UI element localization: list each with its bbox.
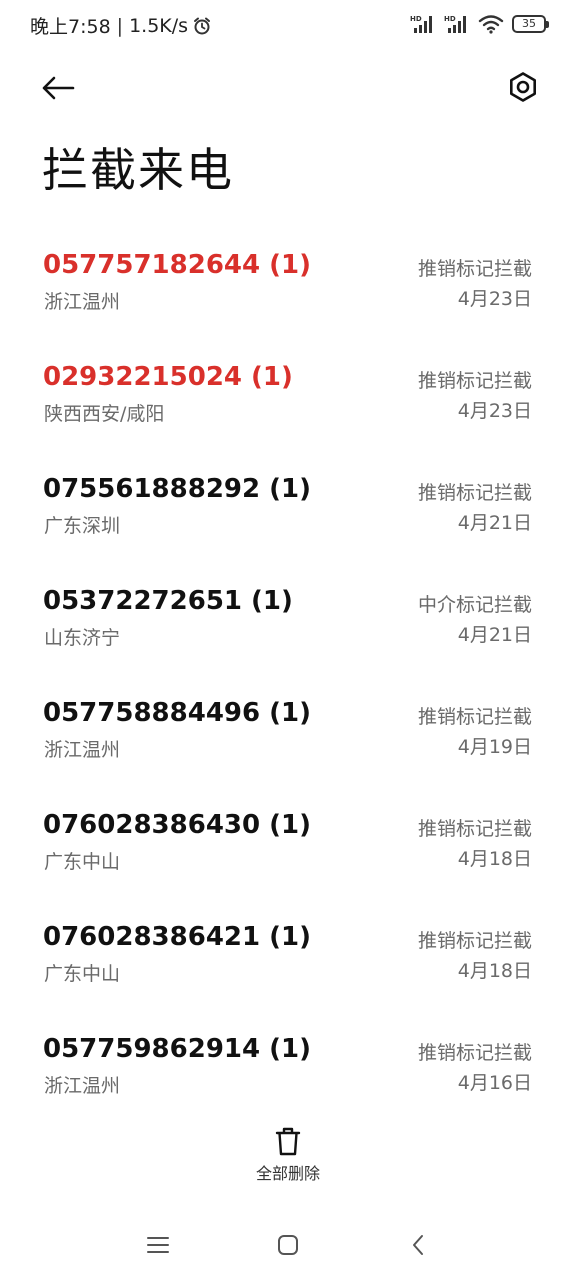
call-date: 4月23日 bbox=[457, 288, 532, 310]
call-location: 广东深圳 bbox=[44, 515, 121, 537]
block-reason-tag: 推销标记拦截 bbox=[417, 930, 532, 952]
call-number: 02932215024 (1) bbox=[43, 362, 293, 392]
call-number: 057757182644 (1) bbox=[43, 250, 311, 280]
status-left: 晚上7:58 | 1.5K/s bbox=[30, 12, 212, 39]
settings-icon bbox=[510, 72, 536, 102]
call-date: 4月18日 bbox=[457, 960, 532, 982]
block-reason-tag: 推销标记拦截 bbox=[417, 1042, 532, 1064]
back-arrow-icon bbox=[42, 76, 75, 100]
page-title: 拦截来电 bbox=[42, 143, 234, 197]
call-location: 陕西西安/咸阳 bbox=[44, 403, 165, 425]
trash-icon bbox=[275, 1127, 301, 1156]
status-right: HD HD 35 bbox=[410, 14, 549, 34]
call-location: 浙江温州 bbox=[44, 739, 121, 761]
call-number: 057758884496 (1) bbox=[43, 698, 311, 728]
call-number: 076028386421 (1) bbox=[43, 922, 311, 952]
settings-button[interactable] bbox=[502, 66, 544, 108]
menu-icon bbox=[147, 1237, 169, 1253]
call-date: 4月23日 bbox=[457, 400, 532, 422]
back-icon bbox=[413, 1235, 423, 1255]
alarm-icon bbox=[192, 16, 212, 36]
call-list-item[interactable]: 05372272651 (1) 山东济宁 中介标记拦截 4月21日 bbox=[0, 572, 576, 684]
delete-all-label: 全部删除 bbox=[255, 1164, 320, 1183]
status-separator: | bbox=[116, 14, 124, 37]
block-reason-tag: 推销标记拦截 bbox=[417, 482, 532, 504]
hd-signal-icon: HD bbox=[444, 14, 470, 34]
call-number: 057759862914 (1) bbox=[43, 1034, 311, 1064]
status-bar: 晚上7:58 | 1.5K/s HD HD 35 bbox=[0, 0, 576, 52]
blocked-calls-list: 057757182644 (1) 浙江温州 推销标记拦截 4月23日 029322150… bbox=[0, 236, 576, 1132]
block-reason-tag: 推销标记拦截 bbox=[417, 706, 532, 728]
status-time: 晚上7:58 bbox=[30, 16, 111, 38]
call-number: 076028386430 (1) bbox=[43, 810, 311, 840]
svg-text:HD: HD bbox=[444, 15, 456, 23]
call-number: 075561888292 (1) bbox=[43, 474, 311, 504]
call-date: 4月19日 bbox=[457, 736, 532, 758]
call-list-item[interactable]: 057757182644 (1) 浙江温州 推销标记拦截 4月23日 bbox=[0, 236, 576, 348]
call-list-item[interactable]: 076028386430 (1) 广东中山 推销标记拦截 4月18日 bbox=[0, 796, 576, 908]
call-location: 广东中山 bbox=[44, 851, 121, 873]
wifi-icon bbox=[478, 14, 504, 34]
delete-all-button[interactable]: 全部删除 bbox=[238, 1124, 338, 1188]
battery-icon: 35 bbox=[512, 15, 549, 33]
call-location: 山东济宁 bbox=[44, 627, 121, 649]
call-location: 广东中山 bbox=[44, 963, 121, 985]
call-date: 4月18日 bbox=[457, 848, 532, 870]
home-button[interactable] bbox=[273, 1230, 303, 1260]
call-date: 4月21日 bbox=[457, 624, 532, 646]
network-speed: 1.5K/s bbox=[129, 14, 189, 37]
recent-apps-button[interactable] bbox=[143, 1230, 173, 1260]
navigation-bar bbox=[0, 1216, 576, 1272]
svg-text:HD: HD bbox=[410, 15, 422, 23]
home-icon bbox=[278, 1235, 298, 1255]
block-reason-tag: 中介标记拦截 bbox=[417, 594, 532, 616]
call-list-item[interactable]: 02932215024 (1) 陕西西安/咸阳 推销标记拦截 4月23日 bbox=[0, 348, 576, 460]
call-location: 浙江温州 bbox=[44, 291, 121, 313]
call-date: 4月16日 bbox=[457, 1072, 532, 1094]
block-reason-tag: 推销标记拦截 bbox=[417, 370, 532, 392]
block-reason-tag: 推销标记拦截 bbox=[417, 818, 532, 840]
hd-signal-icon: HD bbox=[410, 14, 436, 34]
block-reason-tag: 推销标记拦截 bbox=[417, 258, 532, 280]
nav-back-button[interactable] bbox=[403, 1230, 433, 1260]
back-button[interactable] bbox=[38, 68, 78, 108]
call-number: 05372272651 (1) bbox=[43, 586, 293, 616]
call-list-item[interactable]: 075561888292 (1) 广东深圳 推销标记拦截 4月21日 bbox=[0, 460, 576, 572]
call-list-item[interactable]: 057759862914 (1) 浙江温州 推销标记拦截 4月16日 bbox=[0, 1020, 576, 1132]
call-location: 浙江温州 bbox=[44, 1075, 121, 1097]
call-date: 4月21日 bbox=[457, 512, 532, 534]
call-list-item[interactable]: 076028386421 (1) 广东中山 推销标记拦截 4月18日 bbox=[0, 908, 576, 1020]
call-list-item[interactable]: 057758884496 (1) 浙江温州 推销标记拦截 4月19日 bbox=[0, 684, 576, 796]
